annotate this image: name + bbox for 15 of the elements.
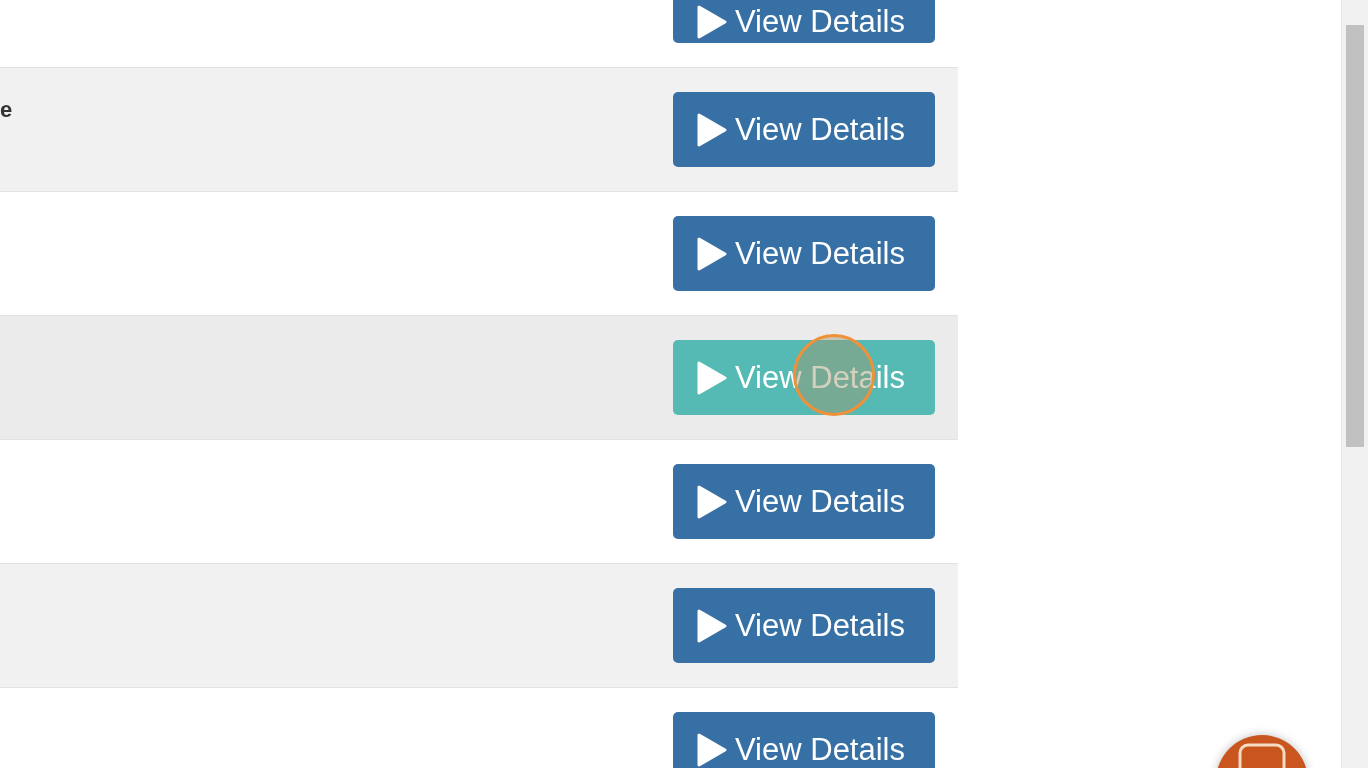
view-details-button[interactable]: View Details [673,464,935,539]
view-details-button[interactable]: View Details [673,216,935,291]
table-cell: e [0,97,13,123]
view-details-button[interactable]: View Details [673,588,935,663]
play-icon [697,360,727,395]
play-icon [697,484,727,519]
view-details-button[interactable]: View Details [673,712,935,768]
play-icon [697,236,727,271]
play-icon [697,608,727,643]
play-icon [697,112,727,147]
scrollbar[interactable] [1341,0,1368,768]
play-icon [697,732,727,767]
play-icon [697,4,727,39]
view-details-button[interactable]: View Details [673,92,935,167]
view-details-button[interactable]: View Details [673,0,935,43]
